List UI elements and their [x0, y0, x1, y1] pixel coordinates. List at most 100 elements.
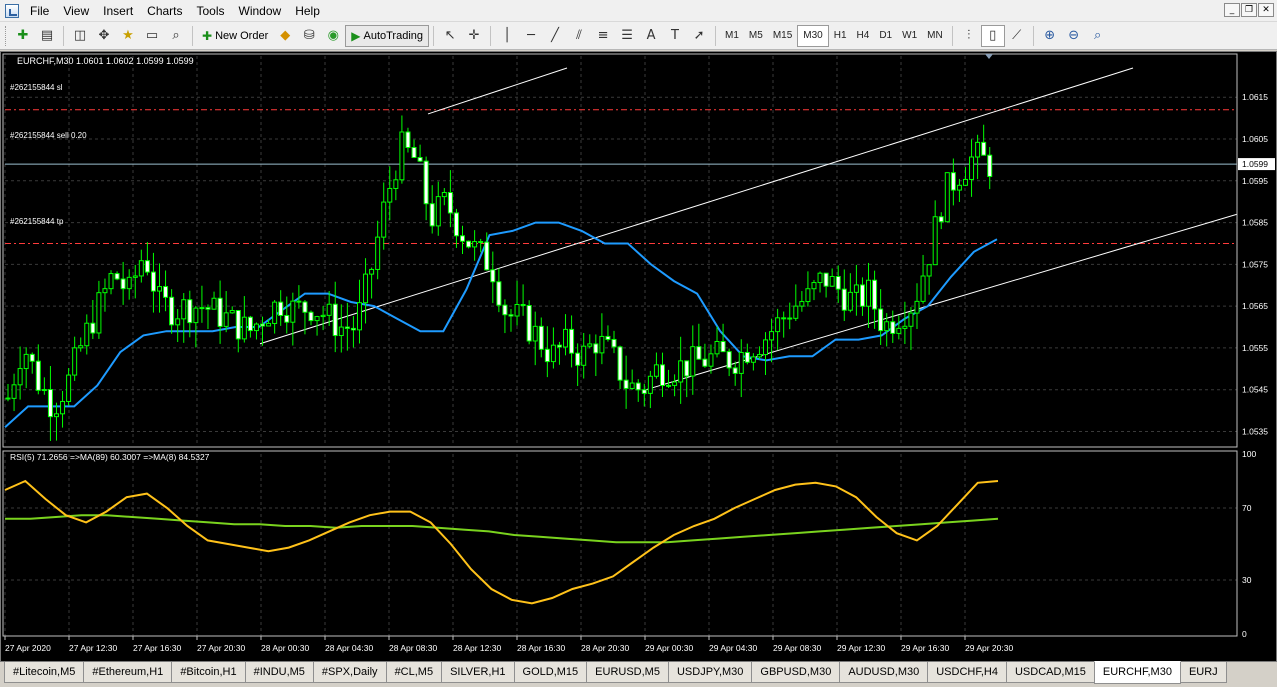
tab-eurusd[interactable]: EURUSD,M5 — [586, 662, 669, 683]
candle-bear — [950, 172, 956, 191]
tp-order-label: #262155844 tp — [10, 217, 64, 226]
navigator-icon[interactable]: ★ — [116, 25, 140, 47]
candle-bear — [617, 346, 623, 381]
zoom-out-icon[interactable]: ⊖ — [1062, 25, 1086, 47]
candle-bull — [472, 241, 478, 248]
minimize-icon[interactable]: _ — [1224, 3, 1240, 17]
tab-usdcad[interactable]: USDCAD,M15 — [1005, 662, 1095, 683]
search-icon[interactable]: ⌕ — [1086, 25, 1110, 47]
tab-usdchf[interactable]: USDCHF,H4 — [927, 662, 1007, 683]
tab-spx[interactable]: #SPX,Daily — [312, 662, 387, 683]
menu-view[interactable]: View — [58, 0, 98, 22]
candle-bear — [260, 323, 266, 327]
timeframe-m5[interactable]: M5 — [744, 25, 768, 47]
timeframe-d1[interactable]: D1 — [874, 25, 897, 47]
candle-bull — [866, 279, 872, 307]
autotrading-button[interactable]: ▶ AutoTrading — [345, 24, 430, 47]
market-icon[interactable]: ⛁ — [297, 25, 321, 47]
candle-bear — [247, 316, 253, 332]
trend-channel — [259, 67, 1238, 391]
market-watch-icon[interactable]: ◫ — [68, 25, 92, 47]
tab-gbpusd[interactable]: GBPUSD,M30 — [751, 662, 841, 683]
arrows-icon[interactable]: ➚ — [687, 25, 711, 47]
new-order-label: New Order — [215, 29, 269, 42]
candle-bull — [84, 322, 90, 347]
close-icon[interactable]: ✕ — [1258, 3, 1274, 17]
vertical-line-icon[interactable]: │ — [495, 25, 519, 47]
bar-chart-icon[interactable]: ⫶ — [957, 25, 981, 47]
menu-tools[interactable]: Tools — [192, 0, 234, 22]
new-chart-icon[interactable]: ✚ — [11, 25, 35, 47]
candle-bull — [381, 201, 387, 238]
tab-ethereum[interactable]: #Ethereum,H1 — [83, 662, 173, 683]
tab-audusd[interactable]: AUDUSD,M30 — [839, 662, 929, 683]
candle-bear — [659, 364, 665, 387]
restore-icon[interactable]: ❐ — [1241, 3, 1257, 17]
candle-bear — [556, 344, 562, 348]
strategy-tester-icon[interactable]: ⌕ — [164, 25, 188, 47]
time-tick-label: 27 Apr 12:30 — [69, 643, 117, 653]
cursor-icon[interactable]: ↖ — [438, 25, 462, 47]
tab-litecoin[interactable]: #Litecoin,M5 — [4, 662, 85, 683]
candle-bull — [775, 317, 781, 333]
zoom-in-icon[interactable]: ⊕ — [1038, 25, 1062, 47]
tab-usdjpy[interactable]: USDJPY,M30 — [667, 662, 753, 683]
candle-bull — [314, 316, 320, 322]
tab-cl[interactable]: #CL,M5 — [385, 662, 443, 683]
candle-bull — [666, 384, 672, 387]
chart-window[interactable]: 1.0615 1.0605 1.0595 1.0585 1.0575 1.0565 1.05… — [0, 51, 1277, 662]
new-order-icon: ✚ — [202, 28, 213, 43]
candle-bear — [278, 301, 284, 316]
timeframe-m30[interactable]: M30 — [797, 24, 829, 47]
tab-silver[interactable]: SILVER,H1 — [441, 662, 515, 683]
candle-bull — [629, 382, 635, 389]
new-order-button[interactable]: ✚ New Order — [197, 25, 273, 47]
fibo-fan-icon[interactable]: ☰ — [615, 25, 639, 47]
chart-canvas[interactable]: 1.0615 1.0605 1.0595 1.0585 1.0575 1.0565 1.05… — [1, 52, 1276, 661]
timeframe-h1[interactable]: H1 — [829, 25, 852, 47]
time-tick-label: 29 Apr 20:30 — [965, 643, 1013, 653]
candle-bear — [344, 326, 350, 329]
tab-bitcoin[interactable]: #Bitcoin,H1 — [171, 662, 246, 683]
terminal-icon[interactable]: ▭ — [140, 25, 164, 47]
candlestick-chart-icon[interactable]: ▯ — [980, 24, 1005, 47]
equidistant-channel-icon[interactable]: ⫽ — [567, 25, 591, 47]
crosshair-icon[interactable]: ✛ — [462, 25, 486, 47]
candle-bull — [902, 325, 908, 329]
timeframe-m1[interactable]: M1 — [720, 25, 744, 47]
timeframe-w1[interactable]: W1 — [897, 25, 922, 47]
menu-help[interactable]: Help — [290, 0, 329, 22]
timeframe-mn[interactable]: MN — [922, 25, 948, 47]
menu-file[interactable]: File — [25, 0, 58, 22]
candle-bull — [750, 356, 756, 363]
chart-grid — [4, 56, 1237, 636]
tab-gold[interactable]: GOLD,M15 — [513, 662, 588, 683]
text-label-icon[interactable]: T — [663, 25, 687, 47]
metaeditor-icon[interactable]: ◆ — [273, 25, 297, 47]
candle-bull — [175, 318, 181, 326]
candle-bull — [920, 275, 926, 302]
candle-bear — [411, 146, 417, 159]
fibonacci-icon[interactable]: ≡ — [591, 25, 615, 47]
menu-insert[interactable]: Insert — [98, 0, 142, 22]
tab-eurj[interactable]: EURJ — [1179, 662, 1227, 683]
data-window-icon[interactable]: ✥ — [92, 25, 116, 47]
candle-bull — [102, 288, 108, 294]
candle-bull — [908, 312, 914, 327]
candle-bear — [484, 241, 490, 271]
menu-charts[interactable]: Charts — [142, 0, 191, 22]
candle-bear — [308, 311, 314, 322]
timeframe-h4[interactable]: H4 — [852, 25, 875, 47]
horizontal-line-icon[interactable]: ─ — [519, 25, 543, 47]
line-chart-icon[interactable]: ⟋ — [1005, 25, 1029, 47]
profiles-icon[interactable]: ▤ — [35, 25, 59, 47]
signals-icon[interactable]: ◉ — [321, 25, 345, 47]
tab-indu[interactable]: #INDU,M5 — [244, 662, 314, 683]
candle-bear — [187, 299, 193, 324]
tab-eurchf[interactable]: EURCHF,M30 — [1093, 661, 1181, 684]
trendline-icon[interactable]: ╱ — [543, 25, 567, 47]
candle-bull — [763, 339, 768, 356]
menu-window[interactable]: Window — [234, 0, 291, 22]
text-icon[interactable]: A — [639, 25, 663, 47]
timeframe-m15[interactable]: M15 — [768, 25, 797, 47]
